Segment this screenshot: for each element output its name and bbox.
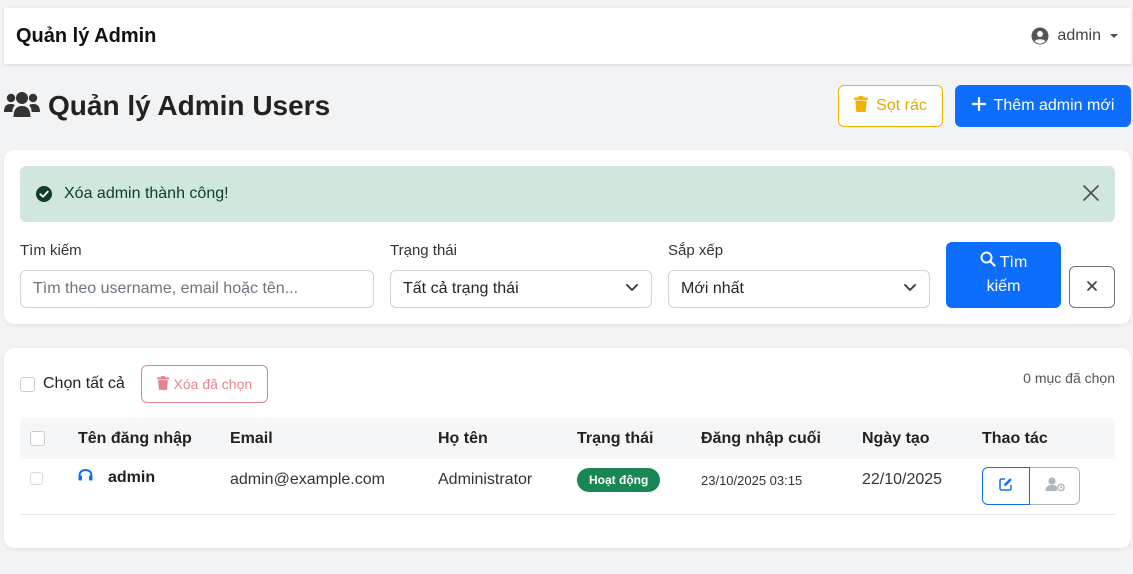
trash-button-label: Sọt rác bbox=[876, 97, 927, 114]
sort-select-value: Mới nhất bbox=[681, 280, 744, 297]
navbar-brand[interactable]: Quản lý Admin bbox=[16, 25, 156, 48]
user-circle-icon bbox=[1031, 27, 1049, 45]
alert-message: Xóa admin thành công! bbox=[64, 185, 229, 202]
column-header: Email bbox=[230, 430, 273, 447]
page-title: Quản lý Admin Users bbox=[48, 90, 331, 121]
users-icon bbox=[4, 90, 40, 123]
select-all-checkbox[interactable] bbox=[20, 376, 35, 392]
close-icon bbox=[1086, 280, 1098, 295]
user-menu-label: admin bbox=[1057, 27, 1101, 44]
row-checkbox[interactable] bbox=[30, 472, 43, 485]
search-icon bbox=[980, 251, 996, 275]
table-header: Tên đăng nhập Email Họ tên Trạng thái Đă… bbox=[20, 418, 1115, 459]
column-header: Ngày tạo bbox=[862, 430, 930, 447]
sort-select[interactable]: Mới nhất bbox=[668, 270, 930, 308]
column-header: Thao tác bbox=[982, 430, 1048, 447]
permission-button[interactable] bbox=[1030, 467, 1080, 505]
status-select-value: Tất cả trạng thái bbox=[403, 280, 519, 297]
trash-button[interactable]: Sọt rác bbox=[838, 85, 943, 127]
success-alert: Xóa admin thành công! bbox=[20, 166, 1115, 222]
page-header: Quản lý Admin Users Sọt rác Thêm admin m… bbox=[4, 84, 1131, 128]
user-shield-icon bbox=[78, 468, 93, 487]
status-select[interactable]: Tất cả trạng thái bbox=[390, 270, 652, 308]
column-header: Đăng nhập cuối bbox=[701, 430, 821, 447]
selected-count: 0 mục đã chọn bbox=[1023, 370, 1115, 386]
delete-selected-button[interactable]: Xóa đã chọn bbox=[140, 365, 268, 403]
edit-button[interactable] bbox=[982, 467, 1030, 505]
plus-icon bbox=[971, 96, 986, 116]
check-circle-icon bbox=[36, 186, 52, 202]
chevron-down-icon bbox=[903, 280, 917, 299]
header-checkbox[interactable] bbox=[30, 431, 45, 446]
top-navbar: Quản lý Admin admin bbox=[4, 8, 1131, 64]
fullname-cell: Administrator bbox=[438, 471, 533, 488]
add-admin-button[interactable]: Thêm admin mới bbox=[955, 85, 1131, 127]
last-login-cell: 23/10/2025 03:15 bbox=[701, 473, 803, 488]
edit-icon bbox=[999, 477, 1013, 496]
chevron-down-icon bbox=[625, 280, 639, 299]
email-cell: admin@example.com bbox=[230, 471, 385, 488]
column-header: Trạng thái bbox=[577, 430, 654, 447]
status-label: Trạng thái bbox=[390, 242, 457, 259]
add-admin-label: Thêm admin mới bbox=[993, 97, 1115, 114]
sort-label: Sắp xếp bbox=[668, 242, 724, 259]
clear-filter-button[interactable] bbox=[1069, 266, 1115, 308]
created-cell: 22/10/2025 bbox=[862, 471, 943, 488]
table-row: admin admin@example.com Administrator Ho… bbox=[20, 459, 1115, 515]
caret-down-icon bbox=[1109, 31, 1119, 41]
search-button[interactable]: Tìm kiếm bbox=[946, 242, 1061, 308]
column-header: Tên đăng nhập bbox=[78, 430, 192, 447]
user-lock-icon bbox=[1045, 476, 1065, 497]
search-input[interactable] bbox=[20, 270, 374, 308]
trash-icon bbox=[854, 95, 869, 117]
search-button-label-2: kiếm bbox=[986, 278, 1021, 295]
search-button-label-1: Tìm bbox=[999, 254, 1028, 271]
admin-table-card: Chọn tất cả Xóa đã chọn 0 mục đã chọn Tê… bbox=[4, 348, 1131, 548]
search-label: Tìm kiếm bbox=[20, 242, 82, 259]
status-badge: Hoạt động bbox=[577, 468, 661, 492]
trash-icon bbox=[156, 375, 169, 393]
column-header: Họ tên bbox=[438, 430, 488, 447]
select-all-label[interactable]: Chọn tất cả bbox=[43, 375, 125, 393]
delete-selected-label: Xóa đã chọn bbox=[173, 376, 253, 392]
user-menu-dropdown[interactable]: admin bbox=[1031, 27, 1119, 45]
close-icon[interactable] bbox=[1081, 183, 1101, 203]
filter-card: Xóa admin thành công! Tìm kiếm Trạng thá… bbox=[4, 150, 1131, 324]
username-cell: admin bbox=[108, 469, 156, 486]
row-actions bbox=[982, 467, 1080, 505]
